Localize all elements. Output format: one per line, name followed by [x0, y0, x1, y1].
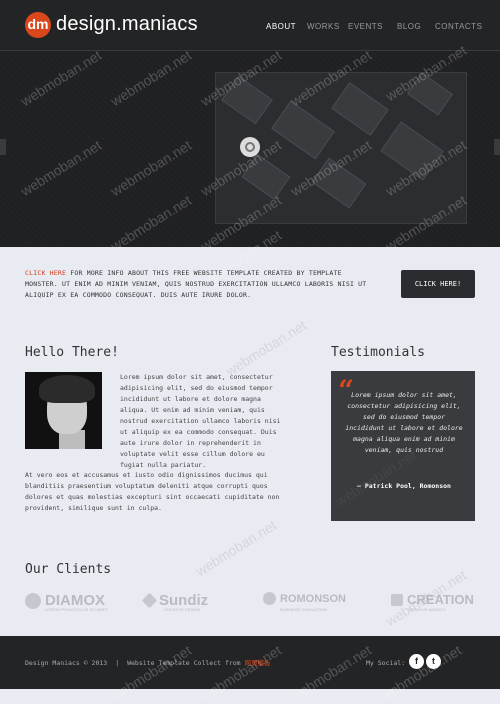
slider-prev-arrow[interactable] — [0, 139, 6, 155]
client-tagline: BUSINESS CONSULTING — [280, 607, 328, 612]
nav-blog[interactable]: Blog — [397, 22, 421, 31]
twitter-icon[interactable]: t — [426, 654, 441, 669]
client-name: CREATION — [407, 592, 474, 607]
hello-heading: Hello There! — [25, 345, 119, 360]
slide-tile — [380, 121, 444, 181]
facebook-icon[interactable]: f — [409, 654, 424, 669]
nav-events[interactable]: Events — [348, 22, 383, 31]
profile-photo — [25, 372, 102, 449]
client-tagline: CREATIVE AGENCY — [408, 607, 446, 612]
promo-button[interactable]: CLICK HERE! — [401, 270, 475, 298]
hello-paragraph-2: At vero eos et accusamus et iusto odio d… — [25, 471, 280, 512]
copyright: Design Maniacs © 2013 — [25, 659, 108, 667]
slide-tile — [406, 73, 454, 116]
watermark: webmoban.net — [222, 316, 310, 380]
slide-tile — [331, 82, 389, 136]
slide-tile — [241, 154, 291, 200]
client-logo-diamox[interactable]: DIAMOX LOREM IPSUM DOLOR SIT AMET — [25, 592, 108, 612]
client-tagline: LOREM IPSUM DOLOR SIT AMET — [45, 607, 108, 612]
diamond-icon — [25, 592, 41, 609]
testimonial-author: — Patrick Pool, Romonson — [357, 482, 451, 490]
refresh-icon — [391, 593, 403, 606]
client-logo-sundiz[interactable]: Sundiz CREATIVE DESIGN — [141, 592, 208, 612]
social-label: My Social: — [366, 659, 406, 667]
nav-contacts[interactable]: Contacts — [435, 22, 482, 31]
watermark: webmoban.net — [192, 516, 280, 580]
slide-tile — [221, 75, 273, 125]
footer-text: Design Maniacs © 2013 | Website Template C… — [25, 657, 271, 667]
globe-icon — [263, 592, 276, 605]
slide-tile — [311, 157, 367, 209]
clients-heading: Our Clients — [25, 562, 112, 577]
testimonial-text: Lorem ipsum dolor sit amet, consectetur … — [345, 391, 463, 454]
photo-hair — [39, 375, 95, 403]
footer-link[interactable]: 网页模板 — [245, 659, 271, 667]
client-tagline: CREATIVE DESIGN — [164, 607, 201, 612]
promo-body: FOR MORE INFO ABOUT THIS FREE WEBSITE TE… — [25, 269, 367, 299]
client-logo-romonson[interactable]: ROMONSON BUSINESS CONSULTING — [263, 592, 346, 612]
logo-icon[interactable]: dm — [25, 12, 51, 38]
promo-link[interactable]: CLICK HERE — [25, 269, 66, 277]
nav-works[interactable]: Works — [307, 22, 340, 31]
promo-text: CLICK HERE FOR MORE INFO ABOUT THIS FREE… — [25, 268, 370, 301]
logo-text[interactable]: design.maniacs — [56, 13, 198, 36]
slider-next-arrow[interactable] — [494, 139, 500, 155]
footer-collect: Website Template Collect from — [127, 659, 245, 667]
hello-paragraph-1: Lorem ipsum dolor sit amet, consectetur … — [120, 373, 281, 469]
slide-tile — [271, 100, 335, 160]
footer-divider: | — [115, 659, 120, 667]
nav-about[interactable]: About — [266, 22, 296, 31]
client-name: ROMONSON — [280, 592, 346, 605]
testimonials-heading: Testimonials — [331, 345, 425, 360]
sun-icon — [141, 592, 158, 609]
slider-play-icon[interactable] — [240, 137, 260, 157]
client-logo-creation[interactable]: CREATION CREATIVE AGENCY — [391, 592, 474, 612]
